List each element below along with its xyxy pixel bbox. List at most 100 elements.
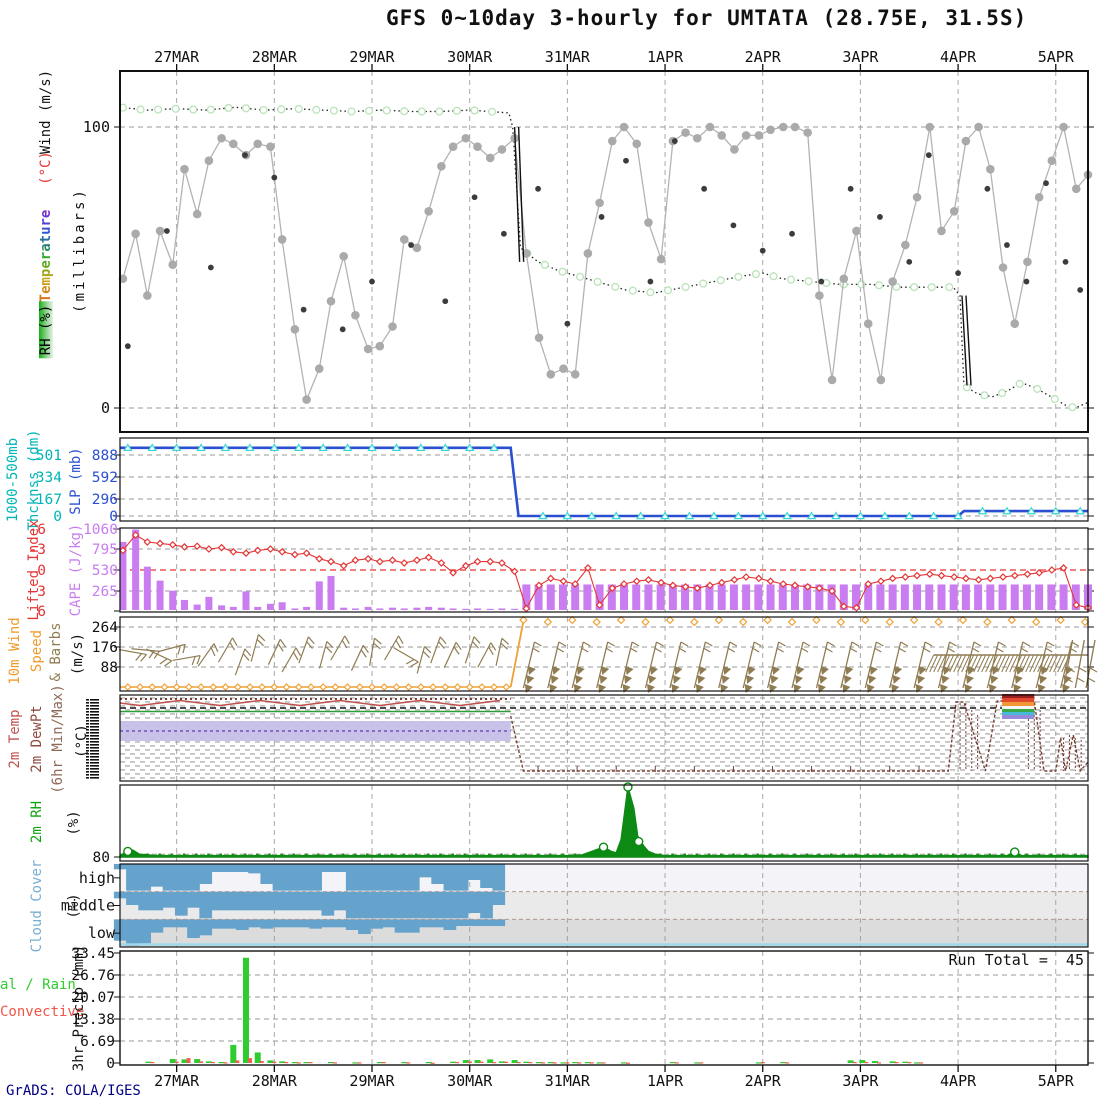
cloud-middle [151, 892, 164, 911]
cloud-middle [187, 892, 200, 908]
precip-conv-bar [877, 1062, 881, 1063]
cloud-low [456, 919, 469, 926]
cloud-low [151, 919, 164, 932]
legend-total-rain: al / Rain [0, 977, 76, 993]
cloud-low [468, 919, 481, 926]
cape-bar [559, 584, 567, 610]
ylabel-speed: Speed [30, 630, 44, 672]
svg-text:29MAR: 29MAR [349, 1072, 395, 1090]
svg-text:3APR: 3APR [842, 1072, 879, 1090]
precip-conv-bar [199, 1061, 203, 1063]
svg-text:592: 592 [92, 470, 118, 486]
cloud-low [297, 919, 310, 927]
cloud-middle [370, 892, 383, 919]
svg-text:4APR: 4APR [940, 48, 977, 66]
cape-bar [425, 607, 432, 610]
cloud-middle [126, 892, 139, 905]
cloud-low [236, 919, 249, 930]
cloud-middle [212, 892, 225, 911]
cloud-low [346, 919, 359, 930]
cape-bar [876, 584, 884, 610]
cloud-middle [419, 892, 432, 919]
svg-text:30MAR: 30MAR [447, 48, 493, 66]
cape-bar [950, 584, 958, 610]
svg-text:2APR: 2APR [745, 1072, 782, 1090]
ylabel-pct-units-rh: (%) [67, 810, 81, 835]
precip-conv-bar [175, 1062, 179, 1063]
ylabel-ms-units: (m/s) [71, 633, 85, 675]
svg-text:264: 264 [92, 620, 118, 636]
cape-bar [352, 608, 359, 610]
svg-text:795: 795 [92, 542, 118, 558]
cloud-middle [444, 892, 457, 919]
cloud-middle [407, 892, 420, 919]
cloud-low [273, 919, 286, 927]
cape-bar [718, 584, 726, 610]
precip-conv-bar [602, 1062, 606, 1063]
cape-bar [644, 584, 652, 610]
precip-conv-bar [431, 1063, 435, 1064]
svg-text:high: high [79, 869, 115, 887]
cape-bar [254, 607, 261, 610]
cape-bar [937, 584, 945, 610]
precip-conv-bar [853, 1062, 857, 1063]
precip-conv-bar [455, 1062, 459, 1063]
cape-bar [267, 604, 274, 610]
cape-bar [1011, 584, 1019, 610]
cape-bar [962, 584, 970, 610]
cape-bar [144, 567, 151, 610]
cloud-middle [358, 892, 371, 919]
cloud-high [151, 864, 164, 887]
cloud-low [407, 919, 420, 932]
cape-bar [327, 576, 334, 610]
meteogram-figure: 27MAR27MAR28MAR28MAR29MAR29MAR30MAR30MAR… [0, 0, 1100, 1100]
svg-text:31MAR: 31MAR [545, 1072, 591, 1090]
cloud-low [199, 919, 212, 935]
precip-conv-bar [309, 1062, 313, 1063]
cape-bar [413, 608, 420, 610]
cloud-high [163, 864, 176, 891]
cloud-high [224, 864, 237, 872]
cape-bar [205, 597, 212, 610]
cloud-low [444, 919, 457, 930]
cloud-middle [309, 892, 322, 911]
cape-bar [925, 584, 933, 610]
cloud-middle [346, 892, 359, 919]
precip-conv-bar [517, 1062, 521, 1063]
cloud-low [260, 919, 273, 928]
precip-total-bar [243, 958, 249, 1063]
cape-bar [340, 608, 347, 610]
cloud-middle [297, 892, 310, 911]
cloud-high [248, 864, 261, 873]
cape-bar [316, 581, 323, 610]
precip-conv-bar [211, 1062, 215, 1063]
svg-text:3APR: 3APR [842, 48, 879, 66]
ylabel-cape: CAPE (J/kg) [69, 524, 83, 617]
ylabel-lifted-index: Lifted Index [27, 519, 41, 620]
cloud-middle [273, 892, 286, 911]
cape-bar [974, 584, 982, 610]
ylabel-thickness-1: 1000-500mb [6, 438, 20, 522]
cloud-low [492, 919, 505, 926]
cape-bar [999, 584, 1007, 610]
cloud-high [431, 864, 444, 884]
precip-conv-bar [577, 1062, 581, 1063]
precip-conv-bar [297, 1062, 301, 1063]
svg-text:80: 80 [93, 850, 110, 866]
ylabel-barbs: & Barbs [49, 622, 63, 681]
cloud-high [260, 864, 273, 884]
cape-bar [889, 584, 897, 610]
cloud-high [407, 864, 420, 891]
cloud-high [346, 864, 359, 891]
ylabel-3hr-precip: 3hr Precip (mm) [72, 945, 86, 1071]
svg-text:88: 88 [101, 660, 118, 676]
cloud-high [492, 864, 505, 891]
cloud-middle [163, 892, 176, 908]
cape-bar [169, 591, 176, 610]
cloud-middle [468, 892, 481, 913]
cloud-middle [285, 892, 298, 911]
precip-conv-bar [357, 1062, 361, 1063]
t2m-color-block [1002, 702, 1034, 706]
ylabel-degc-units: (°C) [75, 724, 89, 758]
cape-bar [376, 608, 383, 610]
